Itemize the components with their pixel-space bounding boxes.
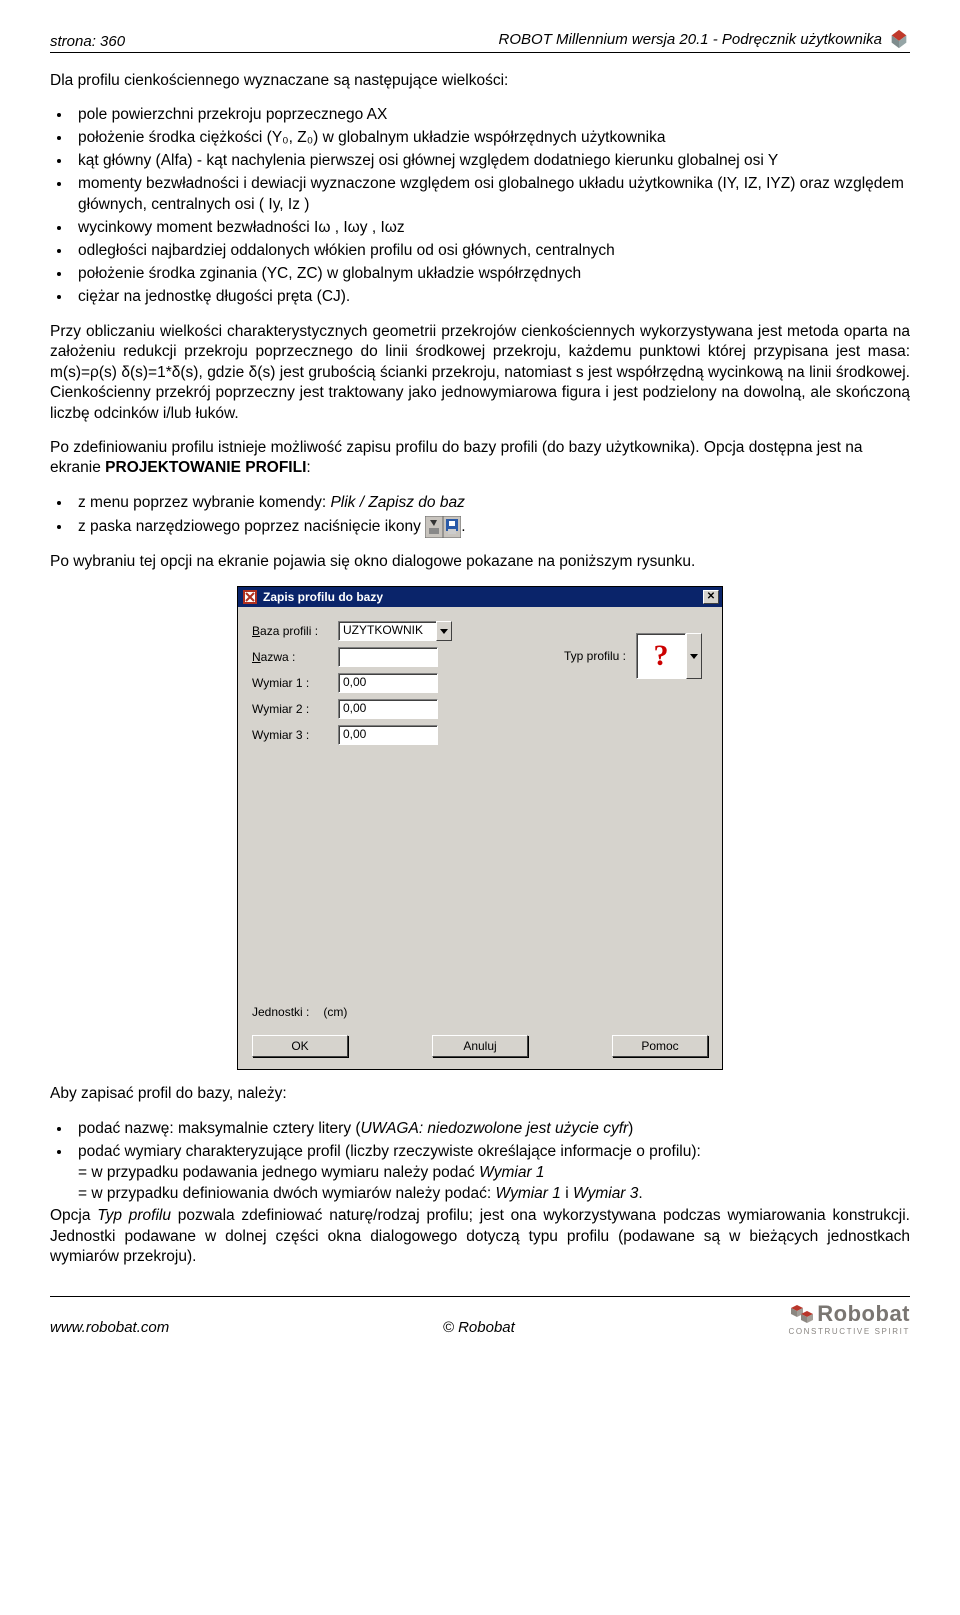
footer-brand: Robobat: [817, 1301, 910, 1327]
list-item: położenie środka ciężkości (Y₀, Z₀) w gl…: [72, 128, 910, 149]
help-button[interactable]: Pomoc: [612, 1035, 708, 1057]
page-header: strona: 360 ROBOT Millennium wersja 20.1…: [50, 28, 910, 53]
typ-profilu-preview: ?: [636, 633, 686, 679]
wymiar3-label: Wymiar 3 :: [252, 728, 338, 742]
wymiar2-input[interactable]: 0,00: [338, 699, 438, 719]
cancel-button[interactable]: Anuluj: [432, 1035, 528, 1057]
save-steps-list: podać nazwę: maksymalnie cztery litery (…: [50, 1119, 910, 1205]
page-footer: www.robobat.com © Robobat R: [50, 1296, 910, 1336]
footer-copyright: © Robobat: [443, 1319, 515, 1336]
jednostki-value: (cm): [323, 1005, 347, 1019]
footer-logo: Robobat CONSTRUCTIVE SPIRIT: [788, 1301, 910, 1336]
list-item: kąt główny (Alfa) - kąt nachylenia pierw…: [72, 151, 910, 172]
toolbar-save-icon: [425, 516, 461, 538]
robobat-cubes-icon: [789, 1303, 815, 1325]
dialog-titlebar: Zapis profilu do bazy ✕: [238, 587, 722, 607]
baza-profili-value[interactable]: UZYTKOWNIK: [338, 621, 436, 641]
list-item: odległości najbardziej oddalonych włókie…: [72, 241, 910, 262]
header-logo-icon: [888, 28, 910, 50]
save-intro-paragraph: Po zdefiniowaniu profilu istnieje możliw…: [50, 438, 910, 479]
list-item: z paska narzędziowego poprzez naciśnięci…: [72, 516, 910, 538]
list-item: momenty bezwładności i dewiacji wyznaczo…: [72, 174, 910, 216]
wymiar2-label: Wymiar 2 :: [252, 702, 338, 716]
typ-profilu-dropdown-button[interactable]: [686, 633, 702, 679]
footer-tagline: CONSTRUCTIVE SPIRIT: [788, 1327, 910, 1336]
intro-text: Dla profilu cienkościennego wyznaczane s…: [50, 71, 910, 91]
question-mark-icon: ?: [654, 639, 669, 673]
dialog-title-text: Zapis profilu do bazy: [263, 590, 383, 604]
baza-profili-combo[interactable]: UZYTKOWNIK: [338, 621, 452, 641]
baza-profili-label: Baza profili :: [252, 624, 338, 638]
access-list: z menu poprzez wybranie komendy: Plik / …: [50, 493, 910, 538]
ok-button[interactable]: OK: [252, 1035, 348, 1057]
nazwa-input[interactable]: [338, 647, 438, 667]
list-item: podać wymiary charakteryzujące profil (l…: [72, 1142, 910, 1205]
list-item: ciężar na jednostkę długości pręta (CJ).: [72, 287, 910, 308]
nazwa-label: Nazwa :: [252, 650, 338, 664]
list-item: pole powierzchni przekroju poprzecznego …: [72, 105, 910, 126]
wymiar1-input[interactable]: 0,00: [338, 673, 438, 693]
method-paragraph: Przy obliczaniu wielkości charakterystyc…: [50, 322, 910, 424]
dialog-app-icon: [242, 589, 258, 605]
typ-profilu-label: Typ profilu :: [564, 649, 626, 663]
dialog-intro: Po wybraniu tej opcji na ekranie pojawia…: [50, 552, 910, 572]
baza-dropdown-button[interactable]: [436, 621, 452, 641]
header-left: strona: 360: [50, 33, 125, 50]
footer-url: www.robobat.com: [50, 1319, 169, 1336]
close-button[interactable]: ✕: [703, 590, 719, 604]
chevron-down-icon: [440, 629, 448, 634]
list-item: z menu poprzez wybranie komendy: Plik / …: [72, 493, 910, 514]
jednostki-label: Jednostki :: [252, 1005, 309, 1019]
properties-list: pole powierzchni przekroju poprzecznego …: [50, 105, 910, 307]
save-steps-intro: Aby zapisać profil do bazy, należy:: [50, 1084, 910, 1104]
list-item: wycinkowy moment bezwładności Iω , Iωy ,…: [72, 218, 910, 239]
list-item: podać nazwę: maksymalnie cztery litery (…: [72, 1119, 910, 1140]
typ-profilu-paragraph: Opcja Typ profilu pozwala zdefiniować na…: [50, 1206, 910, 1267]
chevron-down-icon: [690, 654, 698, 659]
wymiar3-input[interactable]: 0,00: [338, 725, 438, 745]
header-right: ROBOT Millennium wersja 20.1 - Podręczni…: [499, 31, 882, 48]
wymiar1-label: Wymiar 1 :: [252, 676, 338, 690]
list-item: położenie środka zginania (YC, ZC) w glo…: [72, 264, 910, 285]
save-profile-dialog: Zapis profilu do bazy ✕ Typ profilu : ? …: [237, 586, 723, 1070]
